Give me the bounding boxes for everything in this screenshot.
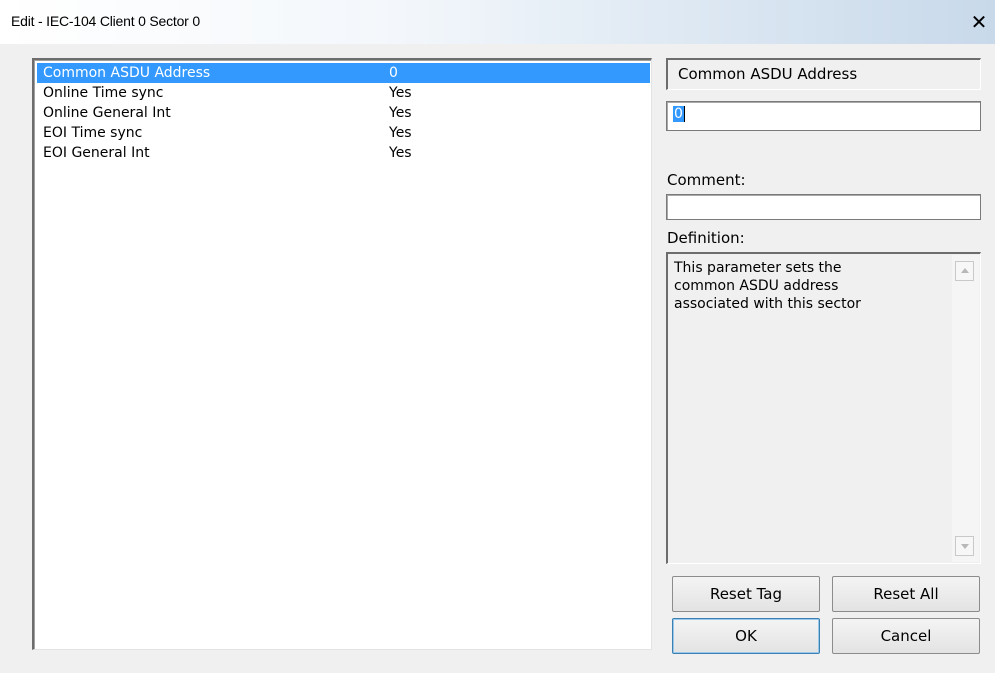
param-name-display: Common ASDU Address <box>666 58 981 90</box>
param-value: 0 <box>389 65 398 81</box>
param-value: Yes <box>389 105 412 121</box>
list-item-online-general-int[interactable]: Online General Int Yes <box>37 103 650 123</box>
param-name: Online General Int <box>43 105 171 121</box>
scroll-up-button[interactable] <box>955 261 974 281</box>
ok-button[interactable]: OK <box>672 618 820 654</box>
definition-text: This parameter sets the common ASDU addr… <box>674 260 861 312</box>
param-name: Online Time sync <box>43 85 164 101</box>
reset-tag-button[interactable]: Reset Tag <box>672 576 820 612</box>
scroll-down-button[interactable] <box>955 536 974 556</box>
definition-label: Definition: <box>667 229 745 247</box>
close-icon: ✕ <box>970 10 988 34</box>
param-name: Common ASDU Address <box>43 65 211 81</box>
cancel-button[interactable]: Cancel <box>832 618 980 654</box>
list-item-common-asdu-address[interactable]: Common ASDU Address 0 <box>37 63 650 83</box>
value-input[interactable]: 0 <box>666 101 981 131</box>
param-value: Yes <box>389 85 412 101</box>
value-text: 0 <box>673 106 684 122</box>
arrow-up-icon <box>961 268 969 273</box>
comment-input[interactable] <box>666 194 981 220</box>
param-name: EOI Time sync <box>43 125 143 141</box>
edit-dialog: Edit - IEC-104 Client 0 Sector 0 ✕ Commo… <box>0 0 995 673</box>
list-item-eoi-time-sync[interactable]: EOI Time sync Yes <box>37 123 650 143</box>
param-name: EOI General Int <box>43 145 150 161</box>
param-value: Yes <box>389 125 412 141</box>
list-item-online-time-sync[interactable]: Online Time sync Yes <box>37 83 650 103</box>
param-value: Yes <box>389 145 412 161</box>
list-item-eoi-general-int[interactable]: EOI General Int Yes <box>37 143 650 163</box>
arrow-down-icon <box>961 544 969 549</box>
close-button[interactable]: ✕ <box>967 10 991 34</box>
window-title: Edit - IEC-104 Client 0 Sector 0 <box>11 13 200 29</box>
text-caret <box>683 106 685 122</box>
comment-label: Comment: <box>667 171 746 189</box>
parameter-list[interactable]: Common ASDU Address 0 Online Time sync Y… <box>32 58 652 650</box>
definition-scrollbar[interactable] <box>952 255 979 562</box>
definition-box: This parameter sets the common ASDU addr… <box>666 252 981 564</box>
reset-all-button[interactable]: Reset All <box>832 576 980 612</box>
title-bar[interactable]: Edit - IEC-104 Client 0 Sector 0 ✕ <box>0 0 995 44</box>
